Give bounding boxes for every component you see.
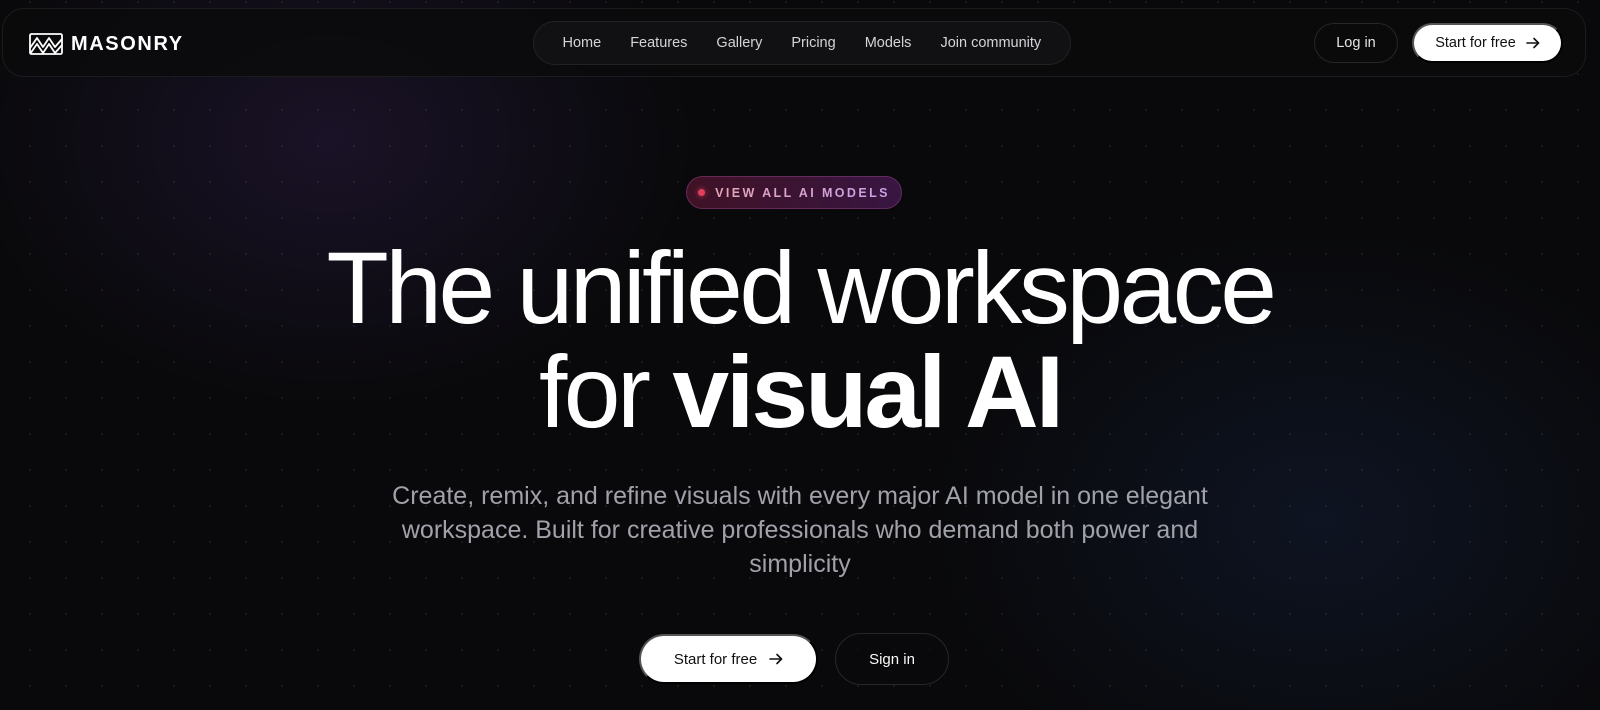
view-all-models-badge[interactable]: VIEW ALL AI MODELS [686,176,902,209]
nav-link-pricing[interactable]: Pricing [777,35,850,51]
login-button[interactable]: Log in [1314,23,1398,63]
brand-logo-link[interactable]: MASONRY [29,31,184,57]
main-nav: Home Features Gallery Pricing Models Joi… [533,21,1071,65]
badge-label: VIEW ALL AI MODELS [715,185,890,200]
headline-line-2-light: for [538,335,673,449]
hero-headline: The unified workspace for visual AI [0,236,1600,444]
masonry-logo-icon [29,33,63,55]
landing-page: MASONRY Home Features Gallery Pricing Mo… [0,0,1600,710]
hero-start-free-label: Start for free [673,650,758,668]
badge-dot-icon [698,189,706,196]
nav-link-home[interactable]: Home [548,35,616,51]
nav-link-features[interactable]: Features [616,35,702,51]
hero-sign-in-label: Sign in [869,650,915,668]
hero-sign-in-button[interactable]: Sign in [835,633,949,685]
headline-line-2-bold: visual AI [672,335,1064,449]
nav-start-free-label: Start for free [1435,35,1516,51]
arrow-right-icon [1525,37,1540,49]
hero-subtitle: Create, remix, and refine visuals with e… [392,482,1208,578]
hero-start-free-button[interactable]: Start for free [639,634,818,684]
nav-link-join-community[interactable]: Join community [926,35,1056,51]
nav-start-free-button[interactable]: Start for free [1412,23,1563,63]
arrow-right-icon [769,653,783,665]
brand-name: MASONRY [71,32,184,55]
headline-line-1: The unified workspace [326,231,1277,345]
nav-link-gallery[interactable]: Gallery [702,35,777,51]
nav-link-models[interactable]: Models [850,35,926,51]
login-button-label: Log in [1336,35,1376,51]
top-navbar: MASONRY Home Features Gallery Pricing Mo… [2,8,1586,77]
